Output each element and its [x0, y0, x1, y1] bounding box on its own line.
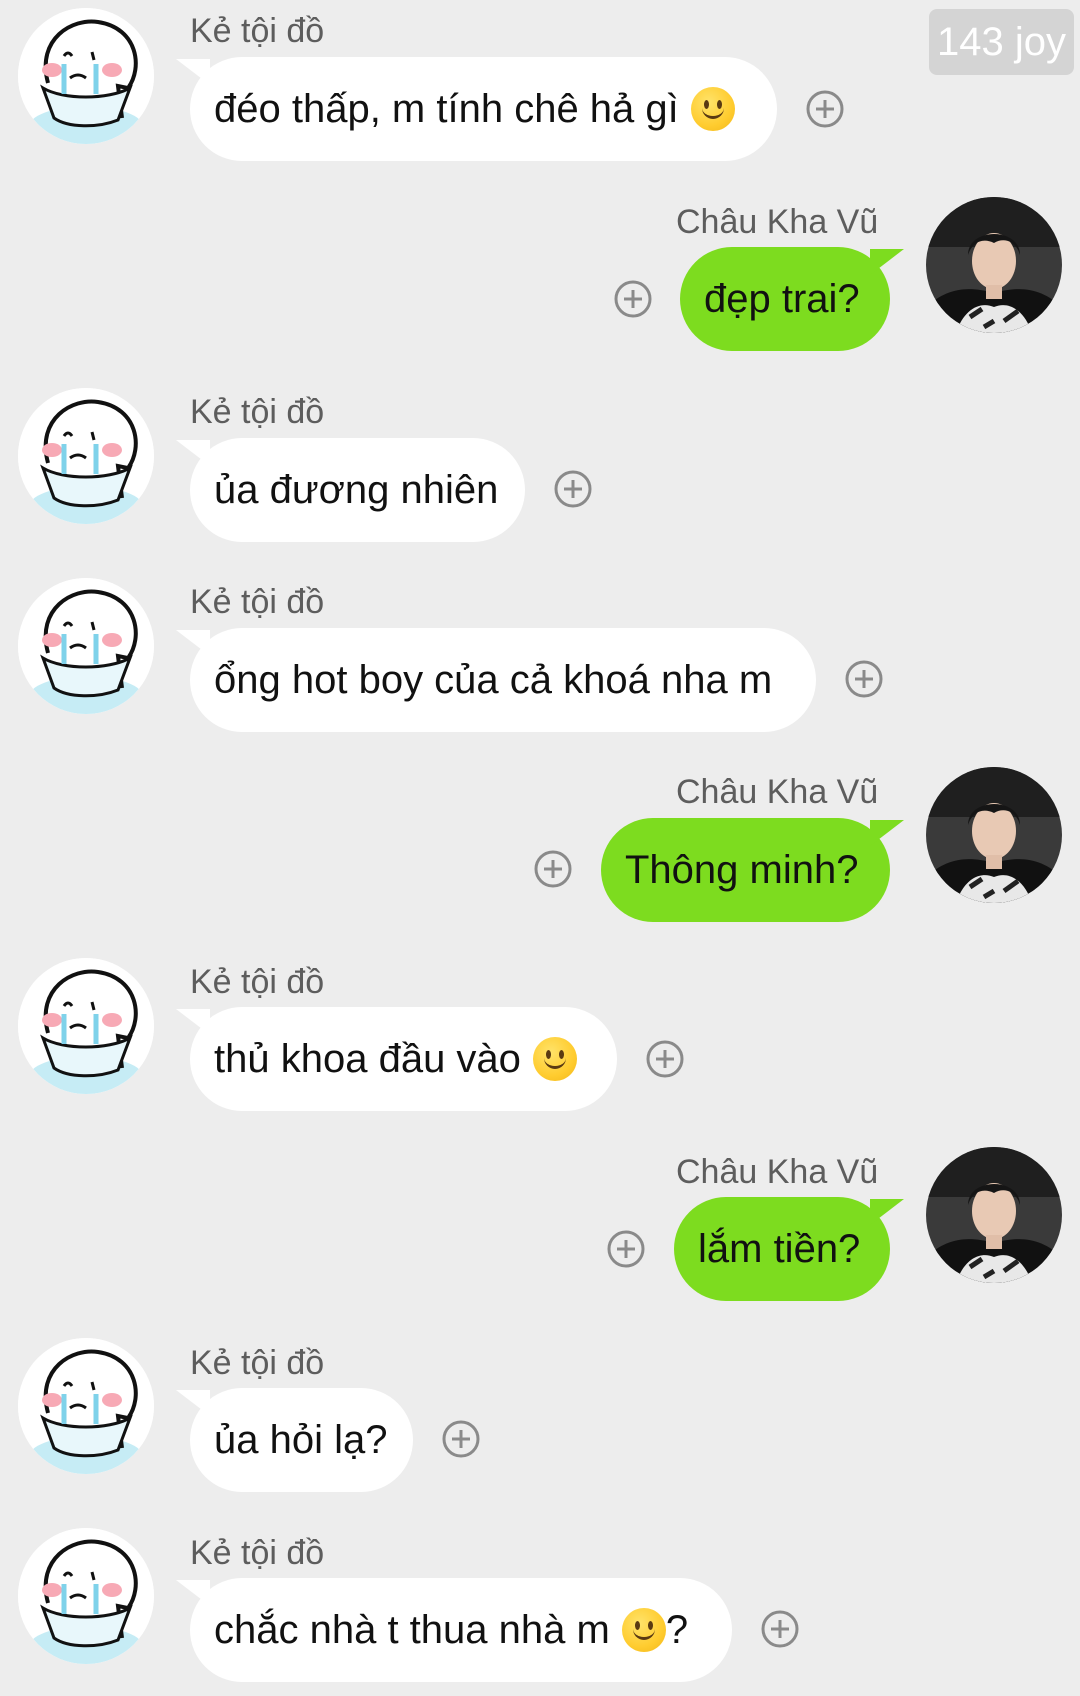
crying-sticker-icon — [18, 958, 154, 1094]
message-text: đẹp trai? — [704, 276, 860, 321]
sender-name: Kẻ tội đồ — [190, 583, 325, 621]
message-text: thủ khoa đầu vào — [214, 1036, 521, 1081]
message-bubble[interactable]: Thông minh? — [601, 818, 890, 922]
add-reaction-button[interactable] — [441, 1419, 481, 1459]
sender-name: Kẻ tội đồ — [190, 1344, 325, 1382]
avatar[interactable] — [18, 1528, 154, 1664]
message-bubble[interactable]: thủ khoa đầu vào — [190, 1007, 617, 1111]
chat-conversation: 143 joy Kẻ tội đồ đéo thấp, m tính chê h… — [0, 0, 1080, 1696]
message-bubble[interactable]: lắm tiền? — [674, 1197, 890, 1301]
slightly-smiling-face-icon — [690, 87, 735, 131]
message-bubble[interactable]: đẹp trai? — [680, 247, 890, 351]
slightly-smiling-face-icon — [621, 1608, 666, 1652]
add-reaction-button[interactable] — [613, 279, 653, 319]
avatar[interactable] — [18, 1338, 154, 1474]
plus-circle-icon — [761, 1610, 799, 1648]
add-reaction-button[interactable] — [805, 89, 845, 129]
profile-photo-icon — [926, 197, 1062, 333]
add-reaction-button[interactable] — [844, 659, 884, 699]
add-reaction-button[interactable] — [533, 849, 573, 889]
sender-name: Kẻ tội đồ — [190, 1534, 325, 1572]
sender-name: Châu Kha Vũ — [676, 773, 879, 811]
plus-circle-icon — [554, 470, 592, 508]
avatar[interactable] — [18, 958, 154, 1094]
plus-circle-icon — [845, 660, 883, 698]
plus-circle-icon — [806, 90, 844, 128]
message-text: ủa hỏi lạ? — [214, 1417, 388, 1462]
plus-circle-icon — [646, 1040, 684, 1078]
avatar[interactable] — [926, 1147, 1062, 1283]
sender-name: Kẻ tội đồ — [190, 963, 325, 1001]
profile-photo-icon — [926, 1147, 1062, 1283]
plus-circle-icon — [534, 850, 572, 888]
message-text: ủa đương nhiên — [214, 467, 499, 512]
crying-sticker-icon — [18, 1338, 154, 1474]
crying-sticker-icon — [18, 388, 154, 524]
message-text: đéo thấp, m tính chê hả gì — [214, 86, 679, 131]
avatar[interactable] — [18, 578, 154, 714]
sender-name: Kẻ tội đồ — [190, 12, 325, 50]
avatar[interactable] — [18, 388, 154, 524]
message-text: lắm tiền? — [698, 1226, 861, 1271]
sender-name: Kẻ tội đồ — [190, 393, 325, 431]
crying-sticker-icon — [18, 578, 154, 714]
message-text: Thông minh? — [625, 847, 859, 892]
profile-photo-icon — [926, 767, 1062, 903]
message-suffix: ? — [665, 1607, 689, 1652]
avatar[interactable] — [926, 197, 1062, 333]
message-bubble[interactable]: ủa hỏi lạ? — [190, 1388, 413, 1492]
message-text: ổng hot boy của cả khoá nha m — [214, 657, 773, 702]
add-reaction-button[interactable] — [553, 469, 593, 509]
plus-circle-icon — [614, 280, 652, 318]
message-bubble[interactable]: ổng hot boy của cả khoá nha m — [190, 628, 816, 732]
message-bubble[interactable]: ủa đương nhiên — [190, 438, 525, 542]
message-bubble[interactable]: chắc nhà t thua nhà m ? — [190, 1578, 732, 1682]
crying-sticker-icon — [18, 1528, 154, 1664]
slightly-smiling-face-icon — [532, 1037, 577, 1081]
sender-name: Châu Kha Vũ — [676, 1153, 879, 1191]
watermark: 143 joy — [929, 9, 1074, 75]
sender-name: Châu Kha Vũ — [676, 203, 879, 241]
avatar[interactable] — [18, 8, 154, 144]
plus-circle-icon — [442, 1420, 480, 1458]
message-bubble[interactable]: đéo thấp, m tính chê hả gì — [190, 57, 777, 161]
crying-sticker-icon — [18, 8, 154, 144]
add-reaction-button[interactable] — [760, 1609, 800, 1649]
avatar[interactable] — [926, 767, 1062, 903]
add-reaction-button[interactable] — [606, 1229, 646, 1269]
message-text: chắc nhà t thua nhà m — [214, 1607, 610, 1652]
add-reaction-button[interactable] — [645, 1039, 685, 1079]
plus-circle-icon — [607, 1230, 645, 1268]
